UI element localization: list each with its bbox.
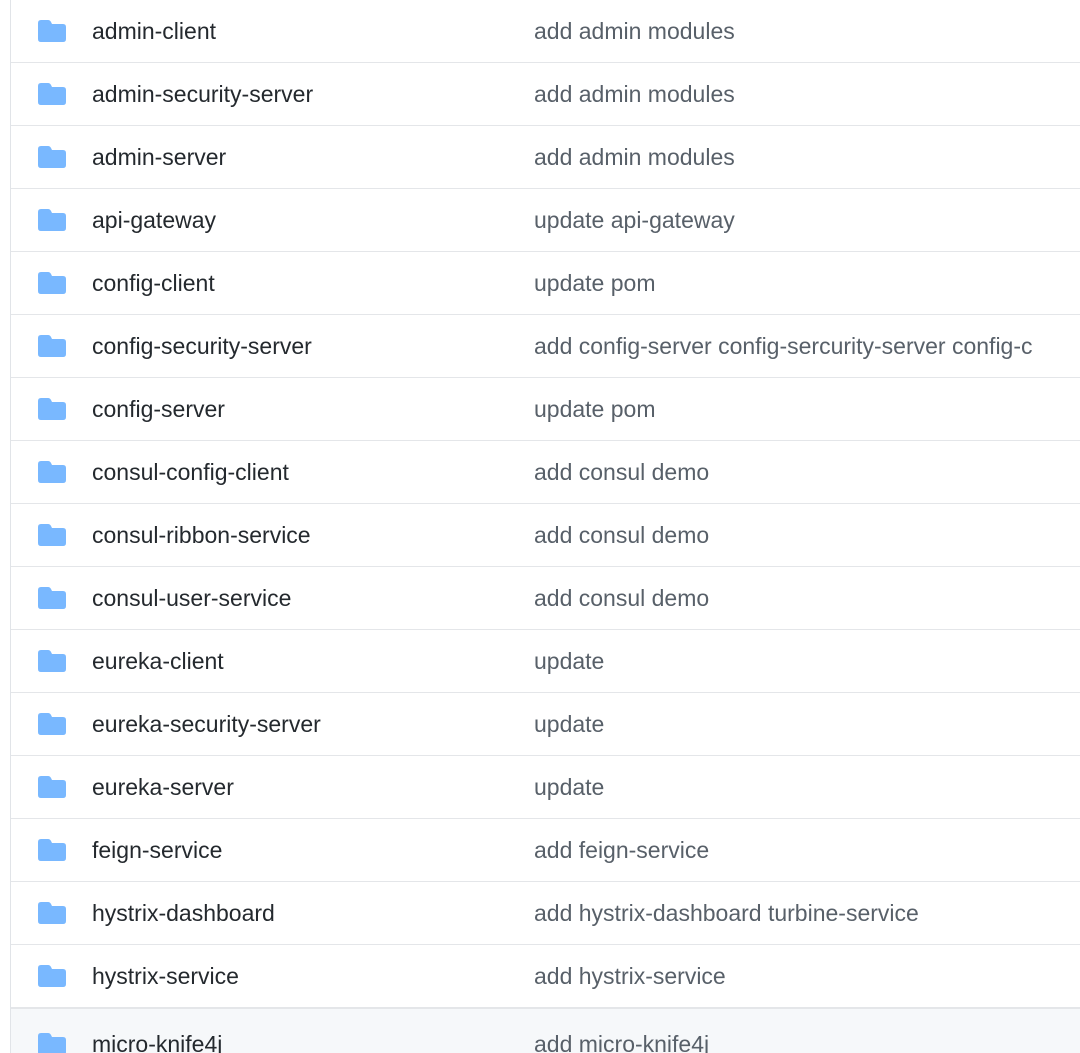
- commit-message-link[interactable]: update api-gateway: [534, 206, 735, 234]
- commit-message-link[interactable]: add hystrix-service: [534, 962, 726, 990]
- file-row-config-security-server[interactable]: config-security-server add config-server …: [11, 315, 1080, 378]
- commit-message-link[interactable]: add admin modules: [534, 143, 735, 171]
- folder-icon: [38, 461, 66, 483]
- file-row-eureka-security-server[interactable]: eureka-security-server update: [11, 693, 1080, 756]
- commit-message-link[interactable]: add feign-service: [534, 836, 709, 864]
- file-name-link[interactable]: hystrix-service: [92, 962, 239, 990]
- commit-message-link[interactable]: update pom: [534, 395, 655, 423]
- folder-icon: [38, 713, 66, 735]
- file-name-link[interactable]: config-client: [92, 269, 215, 297]
- file-name-link[interactable]: admin-client: [92, 17, 216, 45]
- file-name-link[interactable]: admin-server: [92, 143, 226, 171]
- file-name-link[interactable]: api-gateway: [92, 206, 216, 234]
- file-name-link[interactable]: config-security-server: [92, 332, 312, 360]
- file-name-link[interactable]: consul-ribbon-service: [92, 521, 311, 549]
- folder-icon: [38, 83, 66, 105]
- file-name-link[interactable]: feign-service: [92, 836, 222, 864]
- folder-icon: [38, 839, 66, 861]
- file-row-config-server[interactable]: config-server update pom: [11, 378, 1080, 441]
- folder-icon: [38, 965, 66, 987]
- folder-icon: [38, 335, 66, 357]
- file-row-admin-security-server[interactable]: admin-security-server add admin modules: [11, 63, 1080, 126]
- file-row-consul-config-client[interactable]: consul-config-client add consul demo: [11, 441, 1080, 504]
- file-name-link[interactable]: micro-knife4j: [92, 1030, 222, 1053]
- file-row-config-client[interactable]: config-client update pom: [11, 252, 1080, 315]
- file-row-feign-service[interactable]: feign-service add feign-service: [11, 819, 1080, 882]
- file-row-hystrix-dashboard[interactable]: hystrix-dashboard add hystrix-dashboard t…: [11, 882, 1080, 945]
- commit-message-link[interactable]: add consul demo: [534, 521, 709, 549]
- folder-icon: [38, 209, 66, 231]
- file-name-link[interactable]: consul-user-service: [92, 584, 291, 612]
- commit-message-link[interactable]: update: [534, 773, 604, 801]
- folder-icon: [38, 20, 66, 42]
- file-row-consul-ribbon-service[interactable]: consul-ribbon-service add consul demo: [11, 504, 1080, 567]
- commit-message-link[interactable]: add admin modules: [534, 17, 735, 45]
- commit-message-link[interactable]: add consul demo: [534, 458, 709, 486]
- folder-icon: [38, 524, 66, 546]
- file-row-eureka-server[interactable]: eureka-server update: [11, 756, 1080, 819]
- commit-message-link[interactable]: add hystrix-dashboard turbine-service: [534, 899, 919, 927]
- commit-message-link[interactable]: add config-server config-sercurity-serve…: [534, 332, 1033, 360]
- file-name-link[interactable]: eureka-server: [92, 773, 234, 801]
- folder-icon: [38, 650, 66, 672]
- folder-icon: [38, 146, 66, 168]
- file-row-admin-client[interactable]: admin-client add admin modules: [11, 0, 1080, 63]
- file-row-hystrix-service[interactable]: hystrix-service add hystrix-service: [11, 945, 1080, 1008]
- folder-icon: [38, 587, 66, 609]
- file-list: admin-clientadd admin modulesadmin-secur…: [10, 0, 1080, 1053]
- folder-icon: [38, 1033, 66, 1053]
- commit-message-link[interactable]: update: [534, 647, 604, 675]
- folder-icon: [38, 398, 66, 420]
- file-name-link[interactable]: hystrix-dashboard: [92, 899, 275, 927]
- file-name-link[interactable]: eureka-client: [92, 647, 224, 675]
- file-row-consul-user-service[interactable]: consul-user-service add consul demo: [11, 567, 1080, 630]
- folder-icon: [38, 776, 66, 798]
- folder-icon: [38, 272, 66, 294]
- commit-message-link[interactable]: add admin modules: [534, 80, 735, 108]
- commit-message-link[interactable]: add micro-knife4j: [534, 1030, 709, 1053]
- file-name-link[interactable]: consul-config-client: [92, 458, 289, 486]
- file-row-eureka-client[interactable]: eureka-client update: [11, 630, 1080, 693]
- file-row-admin-server[interactable]: admin-server add admin modules: [11, 126, 1080, 189]
- commit-message-link[interactable]: add consul demo: [534, 584, 709, 612]
- file-name-link[interactable]: config-server: [92, 395, 225, 423]
- commit-message-link[interactable]: update pom: [534, 269, 655, 297]
- file-row-api-gateway[interactable]: api-gateway update api-gateway: [11, 189, 1080, 252]
- file-name-link[interactable]: admin-security-server: [92, 80, 313, 108]
- file-name-link[interactable]: eureka-security-server: [92, 710, 321, 738]
- folder-icon: [38, 902, 66, 924]
- file-row-micro-knife4j[interactable]: micro-knife4j add micro-knife4j: [11, 1008, 1080, 1053]
- commit-message-link[interactable]: update: [534, 710, 604, 738]
